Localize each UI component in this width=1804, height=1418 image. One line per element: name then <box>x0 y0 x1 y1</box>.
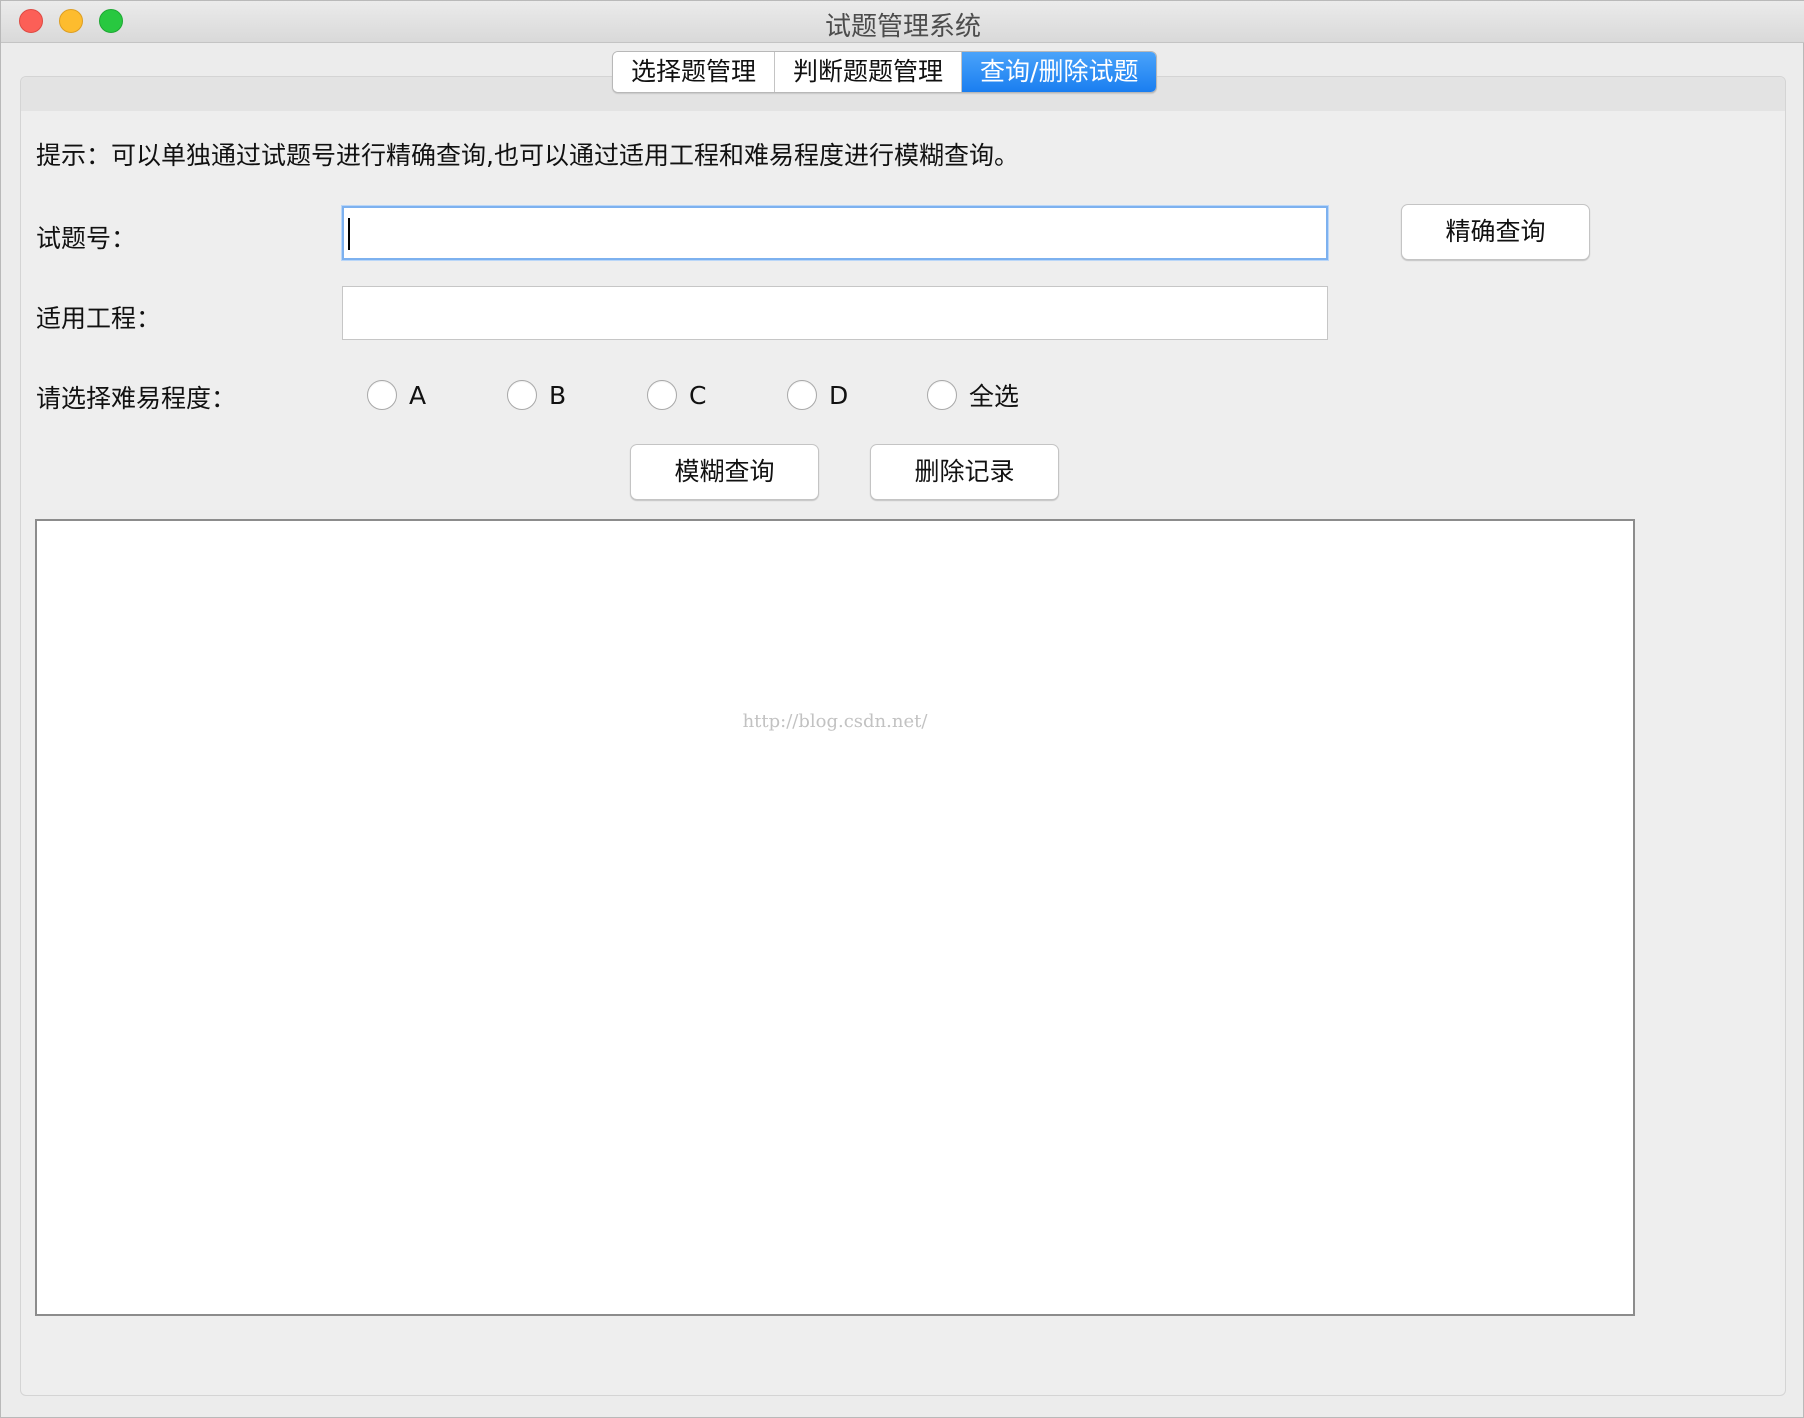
radio-difficulty-c[interactable]: C <box>647 378 706 412</box>
radio-difficulty-d[interactable]: D <box>787 378 848 412</box>
tab-bar: 选择题管理 判断题题管理 查询/删除试题 <box>612 51 1158 93</box>
hint-text: 提示：可以单独通过试题号进行精确查询,也可以通过适用工程和难易程度进行模糊查询。 <box>36 141 1019 170</box>
radio-label: D <box>829 380 849 410</box>
radio-circle[interactable] <box>787 380 817 410</box>
project-input[interactable] <box>342 286 1328 340</box>
radio-circle[interactable] <box>927 380 957 410</box>
delete-record-button[interactable]: 删除记录 <box>870 444 1059 500</box>
radio-label: A <box>409 380 427 410</box>
radio-difficulty-all[interactable]: 全选 <box>927 378 1019 412</box>
text-caret <box>348 218 350 250</box>
question-id-input[interactable] <box>342 206 1328 260</box>
results-text-area[interactable]: http://blog.csdn.net/ <box>35 519 1635 1316</box>
exact-query-button[interactable]: 精确查询 <box>1401 204 1590 260</box>
app-window: 试题管理系统 选择题管理 判断题题管理 查询/删除试题 提示：可以单独通过试题号… <box>0 0 1804 1418</box>
tab-judgement-questions[interactable]: 判断题题管理 <box>775 52 963 92</box>
radio-circle[interactable] <box>507 380 537 410</box>
project-label: 适用工程： <box>36 304 162 333</box>
radio-difficulty-b[interactable]: B <box>507 378 566 412</box>
title-bar[interactable]: 试题管理系统 <box>1 1 1804 43</box>
radio-circle[interactable] <box>647 380 677 410</box>
radio-circle[interactable] <box>367 380 397 410</box>
radio-label: C <box>689 380 707 410</box>
window-title: 试题管理系统 <box>824 12 981 42</box>
radio-label: 全选 <box>969 382 1020 411</box>
difficulty-label: 请选择难易程度： <box>36 384 237 413</box>
question-id-label: 试题号： <box>36 224 137 253</box>
radio-difficulty-a[interactable]: A <box>367 378 426 412</box>
tab-choice-questions[interactable]: 选择题管理 <box>613 52 776 92</box>
watermark: http://blog.csdn.net/ <box>742 711 928 732</box>
radio-label: B <box>549 380 567 410</box>
tab-query-delete[interactable]: 查询/删除试题 <box>962 52 1157 92</box>
fuzzy-query-button[interactable]: 模糊查询 <box>630 444 819 500</box>
